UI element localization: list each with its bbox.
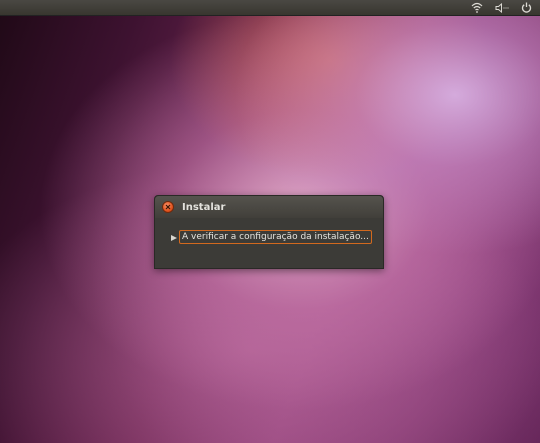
top-panel (0, 0, 540, 16)
close-icon[interactable] (162, 201, 174, 213)
power-icon[interactable] (521, 0, 532, 16)
wifi-icon[interactable] (471, 0, 483, 16)
volume-icon[interactable] (495, 0, 509, 16)
dialog-titlebar[interactable]: Instalar (155, 196, 383, 218)
dialog-body: A verificar a configuração da instalação… (155, 218, 383, 269)
details-expander[interactable]: A verificar a configuração da instalação… (179, 230, 372, 244)
expander-arrow-icon[interactable] (171, 235, 177, 241)
dialog-title: Instalar (182, 201, 226, 213)
desktop: Instalar A verificar a configuração da i… (0, 0, 540, 443)
install-dialog: Instalar A verificar a configuração da i… (154, 195, 384, 269)
